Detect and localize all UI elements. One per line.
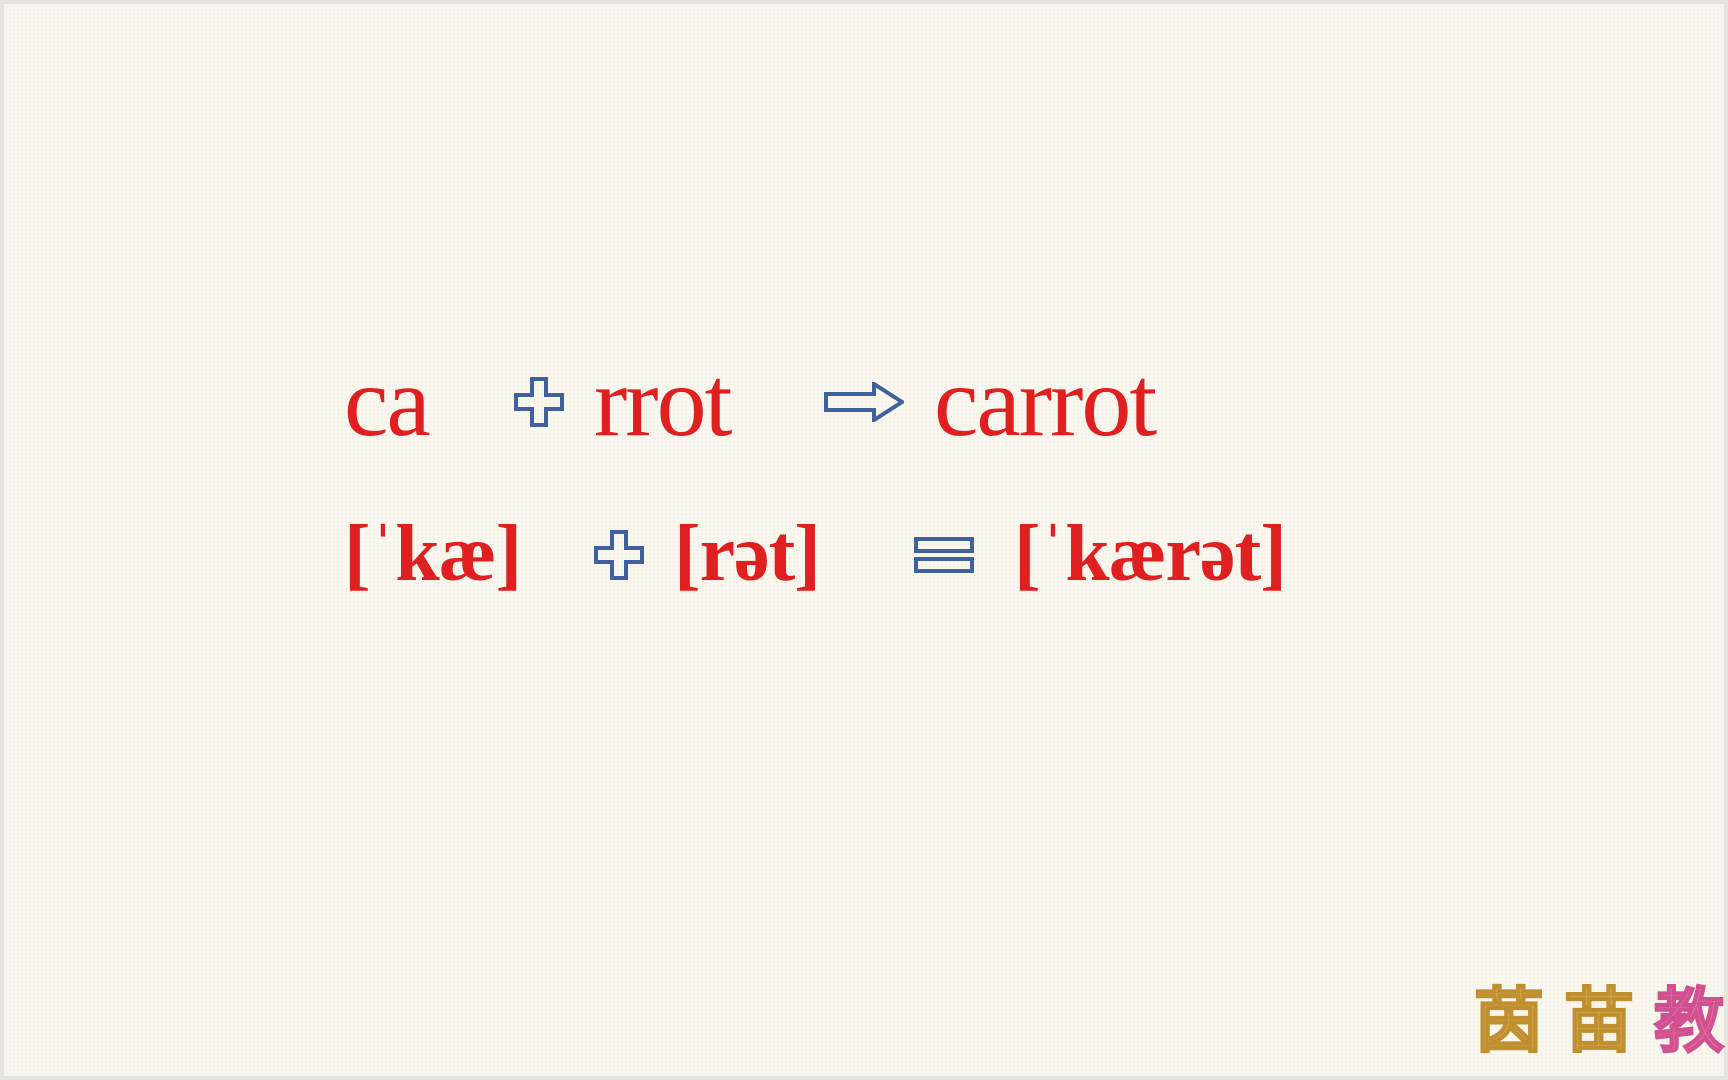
plus-icon: [594, 530, 644, 580]
plus-icon: [514, 377, 564, 427]
slide-content: ca rrot carrot [ˈkæ] [rət] [ˈkær: [344, 344, 1444, 650]
phonetic-segment-2: [rət]: [674, 509, 874, 600]
watermark-char-3: 教: [1654, 965, 1724, 1066]
phonetic-segment-1: [ˈkæ]: [344, 509, 564, 600]
word-result: carrot: [934, 344, 1234, 459]
equals-icon: [914, 535, 974, 575]
watermark-char-1: 茵: [1474, 965, 1544, 1066]
phonetic-decomposition-row: [ˈkæ] [rət] [ˈkærət]: [344, 509, 1444, 600]
arrow-right-icon: [824, 382, 904, 422]
word-decomposition-row: ca rrot carrot: [344, 344, 1444, 459]
word-segment-2: rrot: [594, 344, 794, 459]
watermark: 茵 苗 教: [1474, 965, 1724, 1066]
watermark-char-2: 苗: [1564, 965, 1634, 1066]
word-segment-1: ca: [344, 344, 484, 459]
phonetic-result: [ˈkærət]: [1014, 509, 1354, 600]
